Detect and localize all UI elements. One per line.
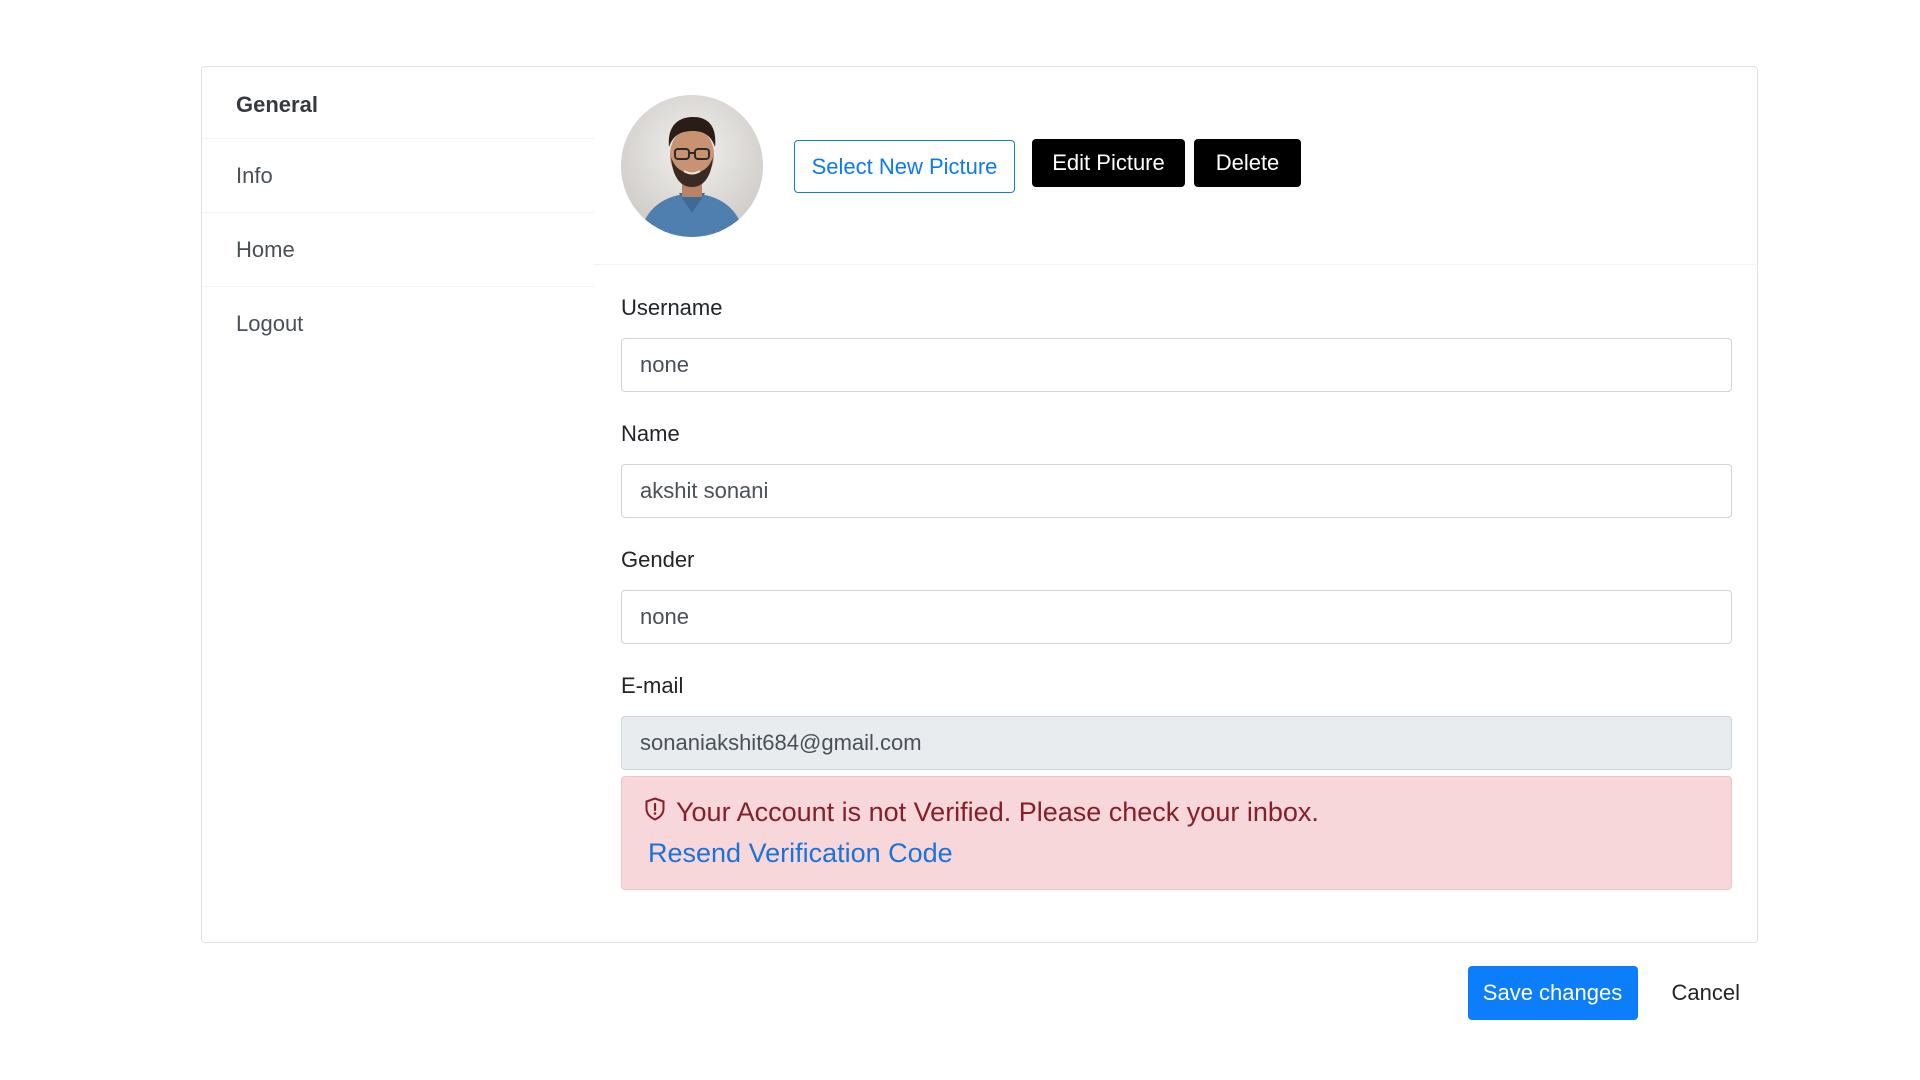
email-field[interactable] xyxy=(621,716,1732,770)
gender-field[interactable] xyxy=(621,590,1732,644)
account-settings-card: General Info Home Logout Select New Pict… xyxy=(201,66,1758,943)
settings-main: Select New Picture Edit Picture Delete U… xyxy=(594,67,1757,942)
gender-label: Gender xyxy=(621,547,695,572)
sidebar-item-logout[interactable]: Logout xyxy=(202,287,594,361)
profile-form: Username Name Gender E-mail xyxy=(621,295,1732,799)
sidebar-item-home[interactable]: Home xyxy=(202,213,594,287)
alert-message-row: Your Account is not Verified. Please che… xyxy=(644,796,1709,828)
select-new-picture-button[interactable]: Select New Picture xyxy=(794,140,1015,193)
username-label: Username xyxy=(621,295,723,320)
form-actions: Save changes Cancel xyxy=(1467,966,1758,1020)
avatar xyxy=(621,95,763,237)
sidebar-item-general[interactable]: General xyxy=(202,67,594,139)
email-label: E-mail xyxy=(621,673,684,698)
settings-sidebar: General Info Home Logout xyxy=(202,67,594,942)
resend-verification-link[interactable]: Resend Verification Code xyxy=(648,838,953,869)
shield-alert-icon xyxy=(645,796,665,821)
name-label: Name xyxy=(621,421,680,446)
sidebar-item-info[interactable]: Info xyxy=(202,139,594,213)
alert-message: Your Account is not Verified. Please che… xyxy=(676,797,1319,827)
verification-alert: Your Account is not Verified. Please che… xyxy=(621,776,1732,890)
save-changes-button[interactable]: Save changes xyxy=(1467,966,1638,1020)
name-field[interactable] xyxy=(621,464,1732,518)
profile-picture-row: Select New Picture Edit Picture Delete xyxy=(594,67,1757,265)
cancel-button[interactable]: Cancel xyxy=(1654,966,1758,1020)
user-avatar-photo-icon xyxy=(621,95,763,237)
delete-picture-button[interactable]: Delete xyxy=(1194,139,1301,187)
username-field[interactable] xyxy=(621,338,1732,392)
edit-picture-button[interactable]: Edit Picture xyxy=(1032,139,1185,187)
